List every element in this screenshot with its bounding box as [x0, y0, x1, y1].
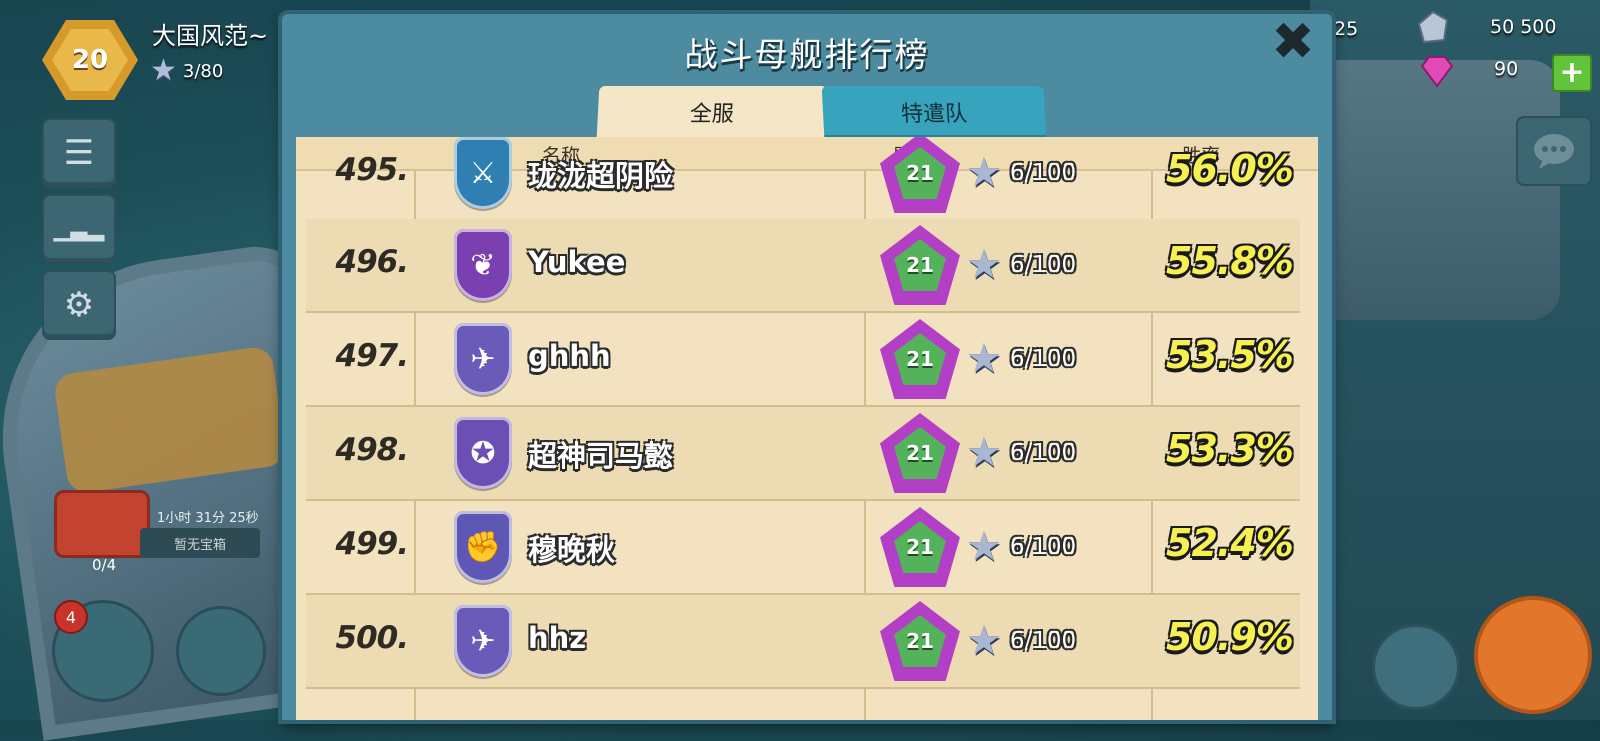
row-stars-value: 6/100: [1009, 534, 1077, 560]
leaderboard-table[interactable]: 名称 星阶 胜率 495.⚔珑泷超阴险21★6/10056.0%496.❦Yuk…: [296, 137, 1318, 720]
chest-timer: 1小时 31分 25秒: [157, 511, 259, 526]
player-stars-value: 3/80: [182, 60, 224, 82]
table-row[interactable]: 499. ✊ 穆晚秋 21 ★ 6/100 52.4%: [306, 501, 1300, 595]
row-rank: 495.: [335, 152, 410, 188]
chat-icon: [1534, 134, 1574, 169]
coins-value: 25: [1334, 18, 1359, 40]
notification-badge: 4: [54, 600, 88, 634]
row-stars: ★ 6/100: [966, 339, 1076, 379]
star-icon: ★: [966, 430, 1002, 476]
star-icon: ★: [966, 618, 1002, 664]
row-player-name[interactable]: 珑泷超阴险: [528, 153, 673, 195]
row-stars: ★ 6/100: [966, 433, 1076, 473]
table-row[interactable]: 496. ❦ Yukee 21 ★ 6/100 55.8%: [306, 219, 1300, 313]
iron-icon: [1417, 10, 1449, 44]
leaderboard-title: 战斗母舰排行榜: [684, 35, 930, 74]
row-player-name[interactable]: ghhh: [528, 339, 611, 373]
alliance-emblem-icon: ✪: [454, 417, 512, 489]
iron-value: 50 500: [1490, 16, 1557, 38]
podium-icon: ▁▃▂: [53, 216, 105, 242]
map-button[interactable]: [1372, 624, 1460, 710]
row-rank: 496.: [335, 244, 410, 280]
row-stars: ★ 6/100: [966, 621, 1076, 661]
row-rank: 500.: [335, 620, 410, 656]
tier-badge-icon: 21: [878, 599, 962, 683]
tab-all-label: 全服: [689, 102, 735, 127]
gear-icon: ⚙: [63, 285, 95, 325]
diamonds-value: 90: [1494, 58, 1519, 80]
close-button[interactable]: ✖: [1268, 16, 1318, 70]
tab-team-label: 特遣队: [900, 102, 968, 127]
tier-badge-icon: 21: [878, 223, 962, 307]
alliance-emblem-icon: ✈: [454, 605, 512, 677]
player-name: 大国风范~: [152, 22, 269, 50]
table-row[interactable]: 495. ⚔ 珑泷超阴险 21 ★ 6/100 56.0%: [306, 137, 1300, 221]
row-stars-value: 6/100: [1009, 160, 1077, 186]
row-stars: ★ 6/100: [966, 245, 1076, 285]
tier-badge-icon: 21: [878, 317, 962, 401]
alliance-emblem-icon: ✈: [454, 323, 512, 395]
player-level-badge[interactable]: 20: [42, 20, 138, 100]
star-icon: ★: [966, 150, 1002, 196]
weapon-button[interactable]: [176, 606, 266, 696]
settings-button[interactable]: ⚙: [42, 270, 116, 340]
tier-badge-icon: 21: [878, 411, 962, 495]
chest-label: 暂无宝箱: [140, 528, 260, 558]
row-win-rate: 53.5%: [1166, 333, 1294, 377]
star-icon: ★: [966, 242, 1002, 288]
row-player-name[interactable]: 穆晚秋: [528, 527, 615, 569]
diamond-icon: [1420, 56, 1454, 88]
row-player-name[interactable]: Yukee: [528, 245, 625, 279]
leaderboard-button[interactable]: ▁▃▂: [42, 194, 116, 264]
tier-badge-icon: 21: [878, 137, 962, 215]
background-right-ship: [1300, 60, 1560, 320]
row-win-rate: 53.3%: [1166, 427, 1294, 471]
row-stars-value: 6/100: [1009, 440, 1077, 466]
row-stars: ★ 6/100: [966, 527, 1076, 567]
menu-button[interactable]: ☰: [42, 118, 116, 188]
table-row[interactable]: 498. ✪ 超神司马懿 21 ★ 6/100 53.3%: [306, 407, 1300, 501]
alliance-emblem-icon: ❦: [454, 229, 512, 301]
menu-icon: ☰: [63, 133, 95, 173]
row-rank: 499.: [335, 526, 410, 562]
player-stars: ★ 3/80: [150, 56, 223, 86]
row-rank: 498.: [335, 432, 410, 468]
row-player-name[interactable]: 超神司马懿: [528, 433, 673, 475]
row-win-rate: 56.0%: [1166, 147, 1294, 191]
tab-all-servers[interactable]: 全服: [596, 86, 828, 138]
row-win-rate: 55.8%: [1166, 239, 1294, 283]
row-win-rate: 52.4%: [1166, 521, 1294, 565]
table-row[interactable]: 497. ✈ ghhh 21 ★ 6/100 53.5%: [306, 313, 1300, 407]
alliance-emblem-icon: ✊: [454, 511, 512, 583]
attack-button[interactable]: [1474, 596, 1592, 714]
alliance-emblem-icon: ⚔: [454, 137, 512, 209]
row-win-rate: 50.9%: [1166, 615, 1294, 659]
star-icon: ★: [966, 524, 1002, 570]
star-icon: ★: [150, 53, 177, 88]
treasure-chest[interactable]: [54, 490, 150, 558]
tab-task-force[interactable]: 特遣队: [821, 86, 1047, 138]
row-player-name[interactable]: hhz: [528, 621, 586, 655]
row-stars-value: 6/100: [1009, 628, 1077, 654]
row-stars-value: 6/100: [1009, 252, 1077, 278]
tier-badge-icon: 21: [878, 505, 962, 589]
chat-button[interactable]: [1516, 116, 1592, 186]
add-diamonds-button[interactable]: +: [1552, 54, 1592, 92]
player-level: 20: [52, 29, 128, 91]
row-stars: ★ 6/100: [966, 153, 1076, 193]
close-icon: ✖: [1271, 12, 1315, 72]
star-icon: ★: [966, 336, 1002, 382]
plus-icon: +: [1559, 55, 1585, 90]
row-rank: 497.: [335, 338, 410, 374]
row-stars-value: 6/100: [1009, 346, 1077, 372]
table-row[interactable]: 500. ✈ hhz 21 ★ 6/100 50.9%: [306, 595, 1300, 689]
chest-count: 0/4: [92, 556, 117, 574]
